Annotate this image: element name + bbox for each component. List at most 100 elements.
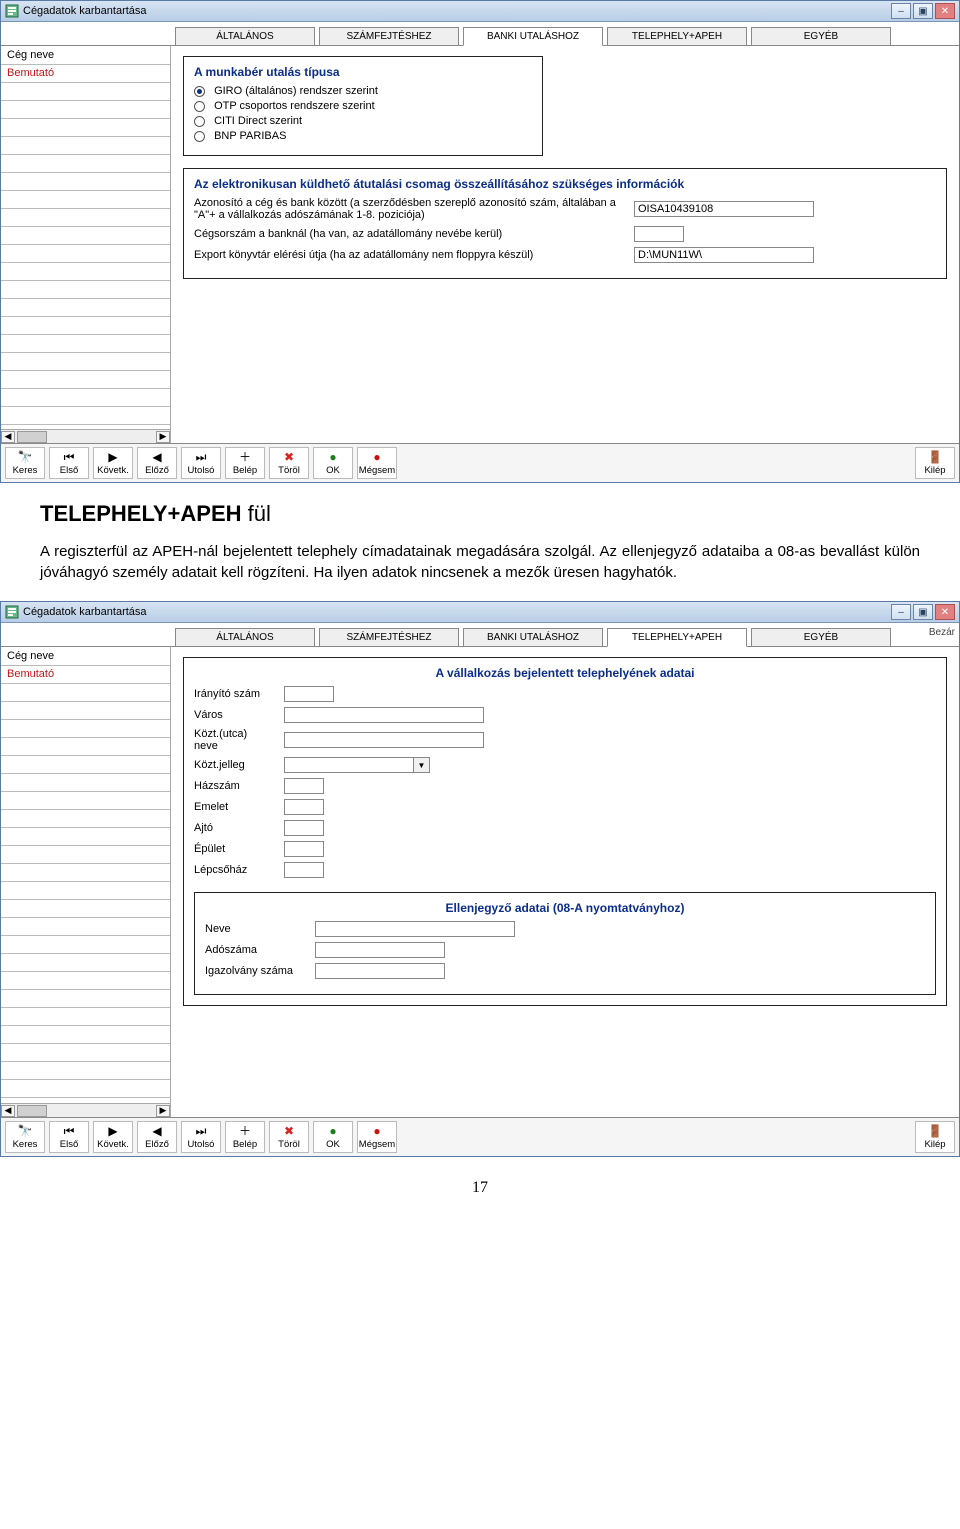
list-item[interactable] xyxy=(1,353,170,371)
tab-szamfejteshez[interactable]: SZÁMFEJTÉSHEZ xyxy=(319,628,459,647)
ellenjegyzo-igazolvany-input[interactable] xyxy=(315,963,445,979)
kozterulet-neve-input[interactable] xyxy=(284,732,484,748)
list-item[interactable] xyxy=(1,918,170,936)
list-item[interactable] xyxy=(1,1062,170,1080)
list-item[interactable] xyxy=(1,1026,170,1044)
scroll-left-icon[interactable]: ◀ xyxy=(1,431,15,443)
cegsorszam-input[interactable] xyxy=(634,226,684,242)
ok-button[interactable]: ●OK xyxy=(313,447,353,479)
kilep-button[interactable]: 🚪Kilép xyxy=(915,1121,955,1153)
lepcsohaz-input[interactable] xyxy=(284,862,324,878)
list-item[interactable] xyxy=(1,684,170,702)
list-item[interactable] xyxy=(1,1044,170,1062)
elso-button[interactable]: ⏮Első xyxy=(49,447,89,479)
tab-telephely-apeh[interactable]: TELEPHELY+APEH xyxy=(607,628,747,647)
epulet-input[interactable] xyxy=(284,841,324,857)
radio-giro[interactable]: GIRO (általános) rendszer szerint xyxy=(194,85,532,97)
list-item[interactable] xyxy=(1,972,170,990)
megsem-button[interactable]: ●Mégsem xyxy=(357,1121,397,1153)
list-item[interactable] xyxy=(1,774,170,792)
list-item[interactable] xyxy=(1,281,170,299)
hazszam-input[interactable] xyxy=(284,778,324,794)
list-item[interactable] xyxy=(1,173,170,191)
torol-button[interactable]: ✖Töröl xyxy=(269,447,309,479)
list-item[interactable] xyxy=(1,263,170,281)
ellenjegyzo-adoszama-input[interactable] xyxy=(315,942,445,958)
tab-egyeb[interactable]: EGYÉB xyxy=(751,628,891,647)
list-item[interactable] xyxy=(1,900,170,918)
list-item[interactable] xyxy=(1,1080,170,1098)
keres-button[interactable]: 🔭Keres xyxy=(5,447,45,479)
list-item[interactable] xyxy=(1,936,170,954)
elso-button[interactable]: ⏮Első xyxy=(49,1121,89,1153)
list-item[interactable] xyxy=(1,738,170,756)
list-item[interactable] xyxy=(1,101,170,119)
utolso-button[interactable]: ⏭Utolsó xyxy=(181,447,221,479)
tab-szamfejteshez[interactable]: SZÁMFEJTÉSHEZ xyxy=(319,27,459,46)
minimize-button[interactable]: – xyxy=(891,3,911,19)
minimize-button[interactable]: – xyxy=(891,604,911,620)
chevron-down-icon[interactable]: ▼ xyxy=(414,757,430,773)
tab-egyeb[interactable]: EGYÉB xyxy=(751,27,891,46)
tab-altalanos[interactable]: ÁLTALÁNOS xyxy=(175,27,315,46)
ajto-input[interactable] xyxy=(284,820,324,836)
radio-citi[interactable]: CITI Direct szerint xyxy=(194,115,532,127)
tab-telephely-apeh[interactable]: TELEPHELY+APEH xyxy=(607,27,747,46)
list-item[interactable] xyxy=(1,191,170,209)
list-item[interactable] xyxy=(1,83,170,101)
kozterulet-jelleg-combo[interactable]: ▼ xyxy=(284,757,430,773)
list-item[interactable] xyxy=(1,864,170,882)
scroll-right-icon[interactable]: ▶ xyxy=(156,431,170,443)
scroll-right-icon[interactable]: ▶ xyxy=(156,1105,170,1117)
maximize-button[interactable]: ▣ xyxy=(913,604,933,620)
kilep-button[interactable]: 🚪Kilép xyxy=(915,447,955,479)
maximize-button[interactable]: ▣ xyxy=(913,3,933,19)
list-item[interactable] xyxy=(1,756,170,774)
list-item[interactable] xyxy=(1,810,170,828)
list-item[interactable] xyxy=(1,882,170,900)
kozterulet-jelleg-input[interactable] xyxy=(284,757,414,773)
elozo-button[interactable]: ◀Előző xyxy=(137,447,177,479)
kovetk-button[interactable]: ▶Követk. xyxy=(93,447,133,479)
azonosito-input[interactable] xyxy=(634,201,814,217)
list-item[interactable] xyxy=(1,389,170,407)
radio-bnp[interactable]: BNP PARIBAS xyxy=(194,130,532,142)
varos-input[interactable] xyxy=(284,707,484,723)
list-item[interactable] xyxy=(1,720,170,738)
close-button[interactable]: ✕ xyxy=(935,604,955,620)
list-item[interactable] xyxy=(1,1008,170,1026)
list-item[interactable] xyxy=(1,137,170,155)
list-item[interactable] xyxy=(1,119,170,137)
list-item[interactable] xyxy=(1,245,170,263)
close-button[interactable]: ✕ xyxy=(935,3,955,19)
sidebar-item-bemutato[interactable]: Bemutató xyxy=(1,65,170,83)
export-path-input[interactable] xyxy=(634,247,814,263)
belep-button[interactable]: ＋Belép xyxy=(225,447,265,479)
list-item[interactable] xyxy=(1,792,170,810)
kovetk-button[interactable]: ▶Követk. xyxy=(93,1121,133,1153)
list-item[interactable] xyxy=(1,702,170,720)
scroll-thumb[interactable] xyxy=(17,431,47,443)
elozo-button[interactable]: ◀Előző xyxy=(137,1121,177,1153)
list-item[interactable] xyxy=(1,990,170,1008)
sidebar-hscrollbar[interactable]: ◀ ▶ xyxy=(1,1103,170,1117)
belep-button[interactable]: ＋Belép xyxy=(225,1121,265,1153)
list-item[interactable] xyxy=(1,846,170,864)
list-item[interactable] xyxy=(1,209,170,227)
sidebar-hscrollbar[interactable]: ◀ ▶ xyxy=(1,429,170,443)
tab-altalanos[interactable]: ÁLTALÁNOS xyxy=(175,628,315,647)
emelet-input[interactable] xyxy=(284,799,324,815)
list-item[interactable] xyxy=(1,954,170,972)
radio-otp[interactable]: OTP csoportos rendszere szerint xyxy=(194,100,532,112)
iranyitoszam-input[interactable] xyxy=(284,686,334,702)
list-item[interactable] xyxy=(1,317,170,335)
list-item[interactable] xyxy=(1,299,170,317)
list-item[interactable] xyxy=(1,371,170,389)
list-item[interactable] xyxy=(1,335,170,353)
ok-button[interactable]: ●OK xyxy=(313,1121,353,1153)
ellenjegyzo-neve-input[interactable] xyxy=(315,921,515,937)
scroll-thumb[interactable] xyxy=(17,1105,47,1117)
list-item[interactable] xyxy=(1,828,170,846)
list-item[interactable] xyxy=(1,155,170,173)
keres-button[interactable]: 🔭Keres xyxy=(5,1121,45,1153)
